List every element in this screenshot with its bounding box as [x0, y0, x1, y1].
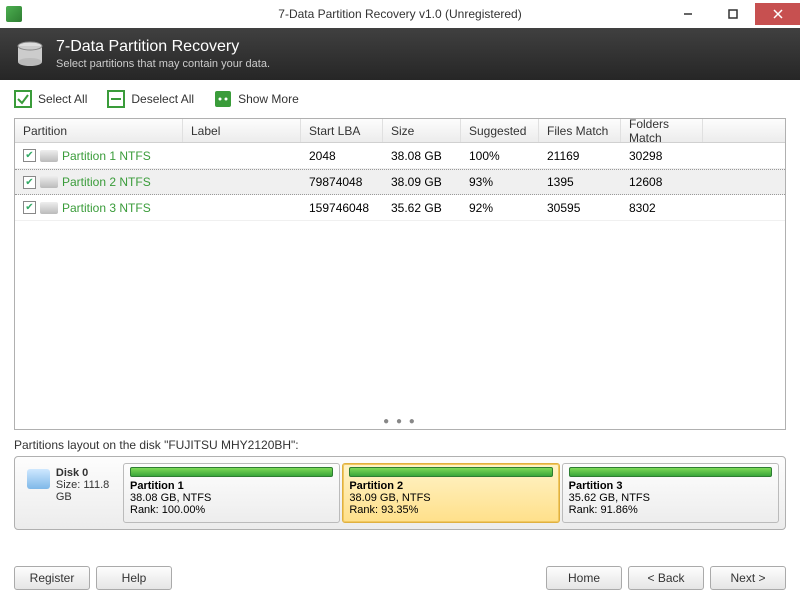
deselect-all-icon	[107, 90, 125, 108]
row-checkbox[interactable]: ✔	[23, 201, 36, 214]
close-button[interactable]	[755, 3, 800, 25]
partition-block-line2: Rank: 91.86%	[569, 504, 772, 516]
next-button[interactable]: Next >	[710, 566, 786, 590]
cell-files-match: 1395	[539, 175, 621, 189]
table-header: Partition Label Start LBA Size Suggested…	[15, 119, 785, 143]
partition-block-title: Partition 2	[349, 480, 552, 492]
cell-folders-match: 12608	[621, 175, 703, 189]
partition-block[interactable]: Partition 138.08 GB, NTFSRank: 100.00%	[123, 463, 340, 523]
maximize-button[interactable]	[710, 3, 755, 25]
app-icon	[6, 6, 22, 22]
partition-icon	[40, 150, 58, 162]
header-text: 7-Data Partition Recovery Select partiti…	[56, 38, 270, 70]
cell-size: 35.62 GB	[383, 201, 461, 215]
cell-folders-match: 8302	[621, 201, 703, 215]
toolbar: Select All Deselect All Show More	[0, 80, 800, 118]
cell-files-match: 21169	[539, 149, 621, 163]
show-more-label: Show More	[238, 92, 299, 106]
partition-block[interactable]: Partition 335.62 GB, NTFSRank: 91.86%	[562, 463, 779, 523]
partition-bar	[569, 467, 772, 477]
header-band: 7-Data Partition Recovery Select partiti…	[0, 28, 800, 80]
disk-block: Disk 0 Size: 111.8 GB	[21, 463, 121, 523]
disk-size: Size: 111.8 GB	[56, 479, 115, 503]
partition-block-line1: 38.09 GB, NTFS	[349, 492, 552, 504]
header-title: 7-Data Partition Recovery	[56, 38, 270, 56]
partition-blocks: Partition 138.08 GB, NTFSRank: 100.00%Pa…	[123, 463, 779, 523]
cell-suggested: 100%	[461, 149, 539, 163]
table-row[interactable]: ✔ Partition 1 NTFS 204838.08 GB100%2116930…	[15, 143, 785, 169]
cell-size: 38.08 GB	[383, 149, 461, 163]
row-checkbox[interactable]: ✔	[23, 149, 36, 162]
col-partition[interactable]: Partition	[15, 119, 183, 142]
cell-start-lba: 2048	[301, 149, 383, 163]
close-icon	[773, 9, 783, 19]
disk-icon	[27, 469, 50, 489]
titlebar: 7-Data Partition Recovery v1.0 (Unregist…	[0, 0, 800, 28]
cell-folders-match: 30298	[621, 149, 703, 163]
layout-panel: Disk 0 Size: 111.8 GB Partition 138.08 G…	[14, 456, 786, 530]
home-button[interactable]: Home	[546, 566, 622, 590]
select-all-icon	[14, 90, 32, 108]
header-subtitle: Select partitions that may contain your …	[56, 58, 270, 70]
show-more-button[interactable]: Show More	[214, 90, 299, 108]
layout-label: Partitions layout on the disk "FUJITSU M…	[14, 438, 786, 452]
partition-block-line1: 38.08 GB, NTFS	[130, 492, 333, 504]
help-button[interactable]: Help	[96, 566, 172, 590]
col-suggested[interactable]: Suggested	[461, 119, 539, 142]
partition-block-title: Partition 3	[569, 480, 772, 492]
partition-block-line1: 35.62 GB, NTFS	[569, 492, 772, 504]
partition-bar	[130, 467, 333, 477]
partition-table: Partition Label Start LBA Size Suggested…	[14, 118, 786, 430]
header-disk-icon	[14, 38, 46, 70]
table-row[interactable]: ✔ Partition 3 NTFS 15974604835.62 GB92%305…	[15, 195, 785, 221]
partition-name: Partition 1 NTFS	[62, 149, 151, 163]
col-start-lba[interactable]: Start LBA	[301, 119, 383, 142]
partition-block-line2: Rank: 100.00%	[130, 504, 333, 516]
partition-name: Partition 3 NTFS	[62, 201, 151, 215]
col-files-match[interactable]: Files Match	[539, 119, 621, 142]
partition-block[interactable]: Partition 238.09 GB, NTFSRank: 93.35%	[342, 463, 559, 523]
partition-icon	[40, 202, 58, 214]
partition-block-title: Partition 1	[130, 480, 333, 492]
select-all-button[interactable]: Select All	[14, 90, 87, 108]
partition-bar	[349, 467, 552, 477]
disk-name: Disk 0	[56, 467, 88, 479]
cell-start-lba: 79874048	[301, 175, 383, 189]
col-size[interactable]: Size	[383, 119, 461, 142]
table-row[interactable]: ✔ Partition 2 NTFS 7987404838.09 GB93%1395…	[15, 169, 785, 195]
resize-grip-icon[interactable]: ● ● ●	[383, 416, 417, 427]
col-label[interactable]: Label	[183, 119, 301, 142]
footer: Register Help Home < Back Next >	[14, 566, 786, 590]
cell-suggested: 92%	[461, 201, 539, 215]
show-more-icon	[214, 90, 232, 108]
minimize-button[interactable]	[665, 3, 710, 25]
cell-files-match: 30595	[539, 201, 621, 215]
back-button[interactable]: < Back	[628, 566, 704, 590]
minimize-icon	[683, 9, 693, 19]
partition-name: Partition 2 NTFS	[62, 175, 151, 189]
maximize-icon	[728, 9, 738, 19]
deselect-all-button[interactable]: Deselect All	[107, 90, 194, 108]
register-button[interactable]: Register	[14, 566, 90, 590]
cell-size: 38.09 GB	[383, 175, 461, 189]
select-all-label: Select All	[38, 92, 87, 106]
deselect-all-label: Deselect All	[131, 92, 194, 106]
cell-suggested: 93%	[461, 175, 539, 189]
col-folders-match[interactable]: Folders Match	[621, 119, 703, 142]
partition-icon	[40, 176, 58, 188]
cell-start-lba: 159746048	[301, 201, 383, 215]
window-controls	[665, 3, 800, 25]
row-checkbox[interactable]: ✔	[23, 176, 36, 189]
partition-block-line2: Rank: 93.35%	[349, 504, 552, 516]
table-body: ✔Partition 1 NTFS204838.08 GB100%2116930…	[15, 143, 785, 221]
